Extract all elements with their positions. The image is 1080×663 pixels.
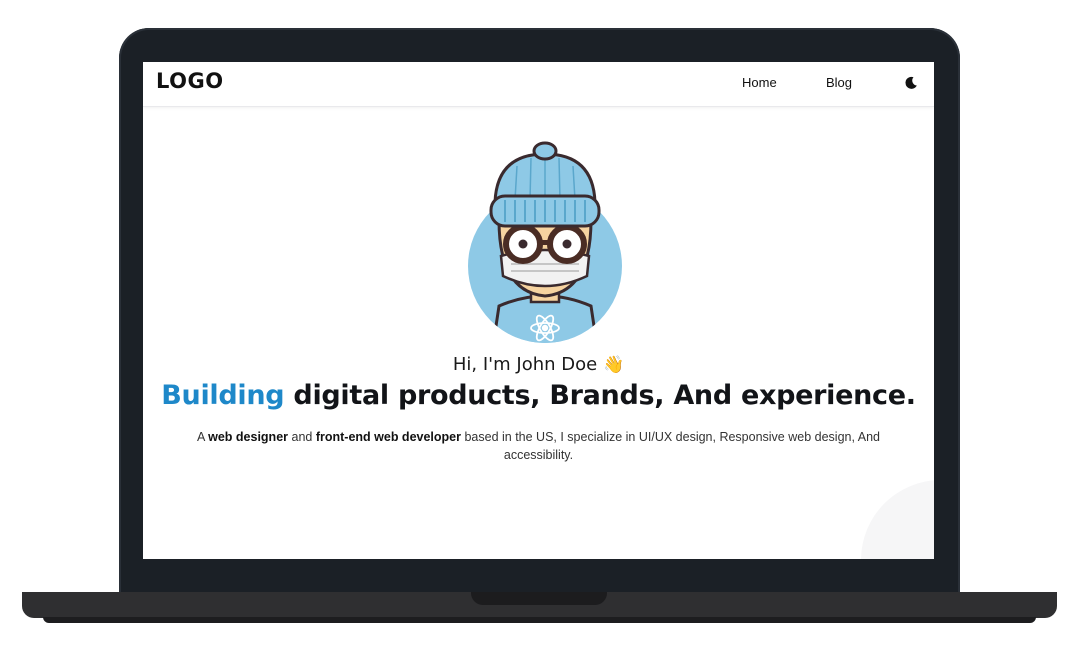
navbar: LOGO Home Blog bbox=[143, 62, 934, 107]
headline: Building digital products, Brands, And e… bbox=[143, 380, 934, 411]
headline-rest: digital products, Brands, And experience… bbox=[284, 380, 916, 411]
moon-icon[interactable] bbox=[903, 75, 919, 91]
waving-hand-icon: 👋 bbox=[602, 355, 625, 375]
avatar bbox=[461, 140, 629, 346]
screen: LOGO Home Blog Hi, I'm John Doe 👋 Buildi… bbox=[143, 62, 934, 559]
laptop-foot bbox=[43, 617, 1036, 623]
desc-text: based in the US, I specialize in UI/UX d… bbox=[460, 430, 880, 462]
greeting: Hi, I'm John Doe 👋 bbox=[143, 354, 934, 375]
desc-text: and bbox=[288, 430, 316, 444]
laptop-notch bbox=[471, 592, 607, 605]
headline-accent: Building bbox=[161, 380, 285, 411]
decorative-blob bbox=[861, 480, 934, 559]
nav-link-blog[interactable]: Blog bbox=[826, 75, 852, 90]
desc-bold-role: web designer bbox=[208, 430, 289, 444]
nav-link-home[interactable]: Home bbox=[742, 75, 777, 90]
logo[interactable]: LOGO bbox=[156, 69, 224, 93]
greeting-text: Hi, I'm John Doe bbox=[452, 354, 598, 375]
desc-bold-role: front-end web developer bbox=[315, 430, 461, 444]
intro-description: A web designer and front-end web develop… bbox=[183, 428, 894, 464]
desc-text: A bbox=[197, 430, 209, 444]
